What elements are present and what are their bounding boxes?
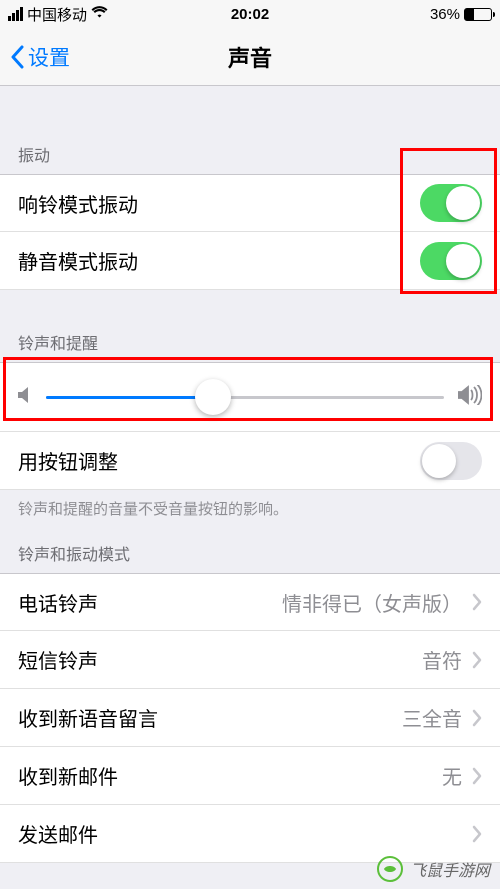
volume-low-icon (18, 386, 32, 409)
vibrate-on-ring-switch[interactable] (420, 184, 482, 222)
volume-slider-thumb[interactable] (195, 379, 231, 415)
sent-mail-label: 发送邮件 (18, 819, 462, 848)
text-tone-row[interactable]: 短信铃声 音符 (0, 631, 500, 689)
vibrate-on-ring-row[interactable]: 响铃模式振动 (0, 174, 500, 232)
change-with-buttons-row[interactable]: 用按钮调整 (0, 432, 500, 490)
vibrate-on-ring-label: 响铃模式振动 (18, 189, 420, 218)
ringer-alerts-section-header: 铃声和提醒 (0, 290, 500, 362)
watermark: 飞鼠手游网 (376, 855, 490, 883)
change-with-buttons-label: 用按钮调整 (18, 446, 420, 475)
vibrate-on-silent-switch[interactable] (420, 242, 482, 280)
change-with-buttons-switch[interactable] (420, 442, 482, 480)
chevron-left-icon (10, 45, 24, 69)
back-button[interactable]: 设置 (10, 42, 70, 72)
new-mail-row[interactable]: 收到新邮件 无 (0, 747, 500, 805)
navigation-bar: 设置 声音 (0, 28, 500, 86)
patterns-section-header: 铃声和振动模式 (0, 531, 500, 573)
status-bar: 中国移动 20:02 36% (0, 0, 500, 28)
ringtone-label: 电话铃声 (18, 588, 282, 617)
volume-slider-row[interactable] (0, 362, 500, 432)
battery-icon (464, 8, 492, 21)
chevron-right-icon (472, 593, 482, 611)
ringtone-value: 情非得已（女声版） (282, 588, 462, 617)
battery-percentage: 36% (430, 6, 460, 23)
page-title: 声音 (0, 41, 500, 73)
chevron-right-icon (472, 709, 482, 727)
chevron-right-icon (472, 825, 482, 843)
wifi-icon (91, 6, 108, 22)
back-label: 设置 (28, 42, 70, 72)
ringtone-row[interactable]: 电话铃声 情非得已（女声版） (0, 573, 500, 631)
new-mail-value: 无 (442, 761, 462, 790)
text-tone-value: 音符 (422, 645, 462, 674)
chevron-right-icon (472, 767, 482, 785)
new-voicemail-value: 三全音 (402, 703, 462, 732)
watermark-text: 飞鼠手游网 (410, 857, 490, 881)
status-left: 中国移动 (8, 4, 108, 25)
volume-high-icon (458, 385, 482, 410)
watermark-logo-icon (376, 855, 404, 883)
vibration-section-header: 振动 (0, 122, 500, 174)
chevron-right-icon (472, 651, 482, 669)
status-right: 36% (430, 6, 492, 23)
vibrate-on-silent-label: 静音模式振动 (18, 246, 420, 275)
new-voicemail-row[interactable]: 收到新语音留言 三全音 (0, 689, 500, 747)
volume-footer-note: 铃声和提醒的音量不受音量按钮的影响。 (0, 490, 500, 531)
new-voicemail-label: 收到新语音留言 (18, 703, 402, 732)
new-mail-label: 收到新邮件 (18, 761, 442, 790)
carrier-label: 中国移动 (27, 4, 87, 25)
text-tone-label: 短信铃声 (18, 645, 422, 674)
volume-slider[interactable] (46, 396, 444, 399)
signal-icon (8, 7, 23, 21)
vibrate-on-silent-row[interactable]: 静音模式振动 (0, 232, 500, 290)
